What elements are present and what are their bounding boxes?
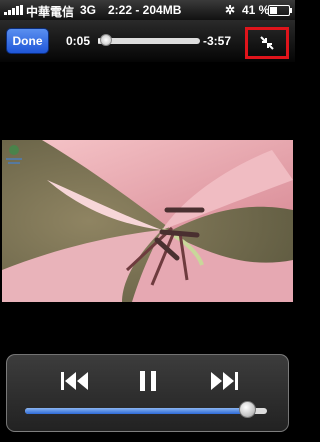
remaining-time: -3:57 (203, 34, 232, 48)
status-bar: 中華電信 3G 2:22 - 204MB ✲ 41 % (0, 0, 295, 20)
volume-slider[interactable] (25, 408, 267, 414)
playback-controls-panel (6, 354, 289, 432)
carrier-name: 中華電信 (26, 5, 75, 19)
battery-level (270, 7, 277, 14)
skip-previous-icon (61, 372, 88, 390)
done-button[interactable]: Done (6, 28, 49, 54)
status-time-data: 2:22 - 204MB (108, 3, 182, 17)
channel-logo-icon (6, 145, 22, 164)
previous-track-button[interactable] (55, 367, 95, 395)
video-frame[interactable] (2, 140, 293, 302)
fullscreen-button[interactable] (245, 27, 289, 59)
activity-spinner-icon: ✲ (225, 3, 236, 17)
elapsed-time: 0:05 (66, 34, 91, 48)
skip-next-icon (211, 372, 238, 390)
signal-bars-icon (4, 5, 23, 15)
playback-scrubber[interactable] (98, 34, 200, 46)
battery-icon (268, 5, 292, 16)
network-type: 3G (80, 3, 97, 17)
pause-button[interactable] (128, 367, 168, 395)
volume-thumb[interactable] (239, 401, 256, 418)
pause-icon (140, 371, 156, 391)
top-control-bar: Done 0:05 -3:57 (0, 20, 295, 62)
next-track-button[interactable] (204, 367, 244, 395)
volume-level (25, 408, 255, 414)
lily-flower-image (2, 140, 293, 302)
scrubber-thumb[interactable] (100, 34, 112, 46)
battery-percent: 41 % (242, 3, 270, 17)
fullscreen-toggle-icon (260, 36, 274, 50)
